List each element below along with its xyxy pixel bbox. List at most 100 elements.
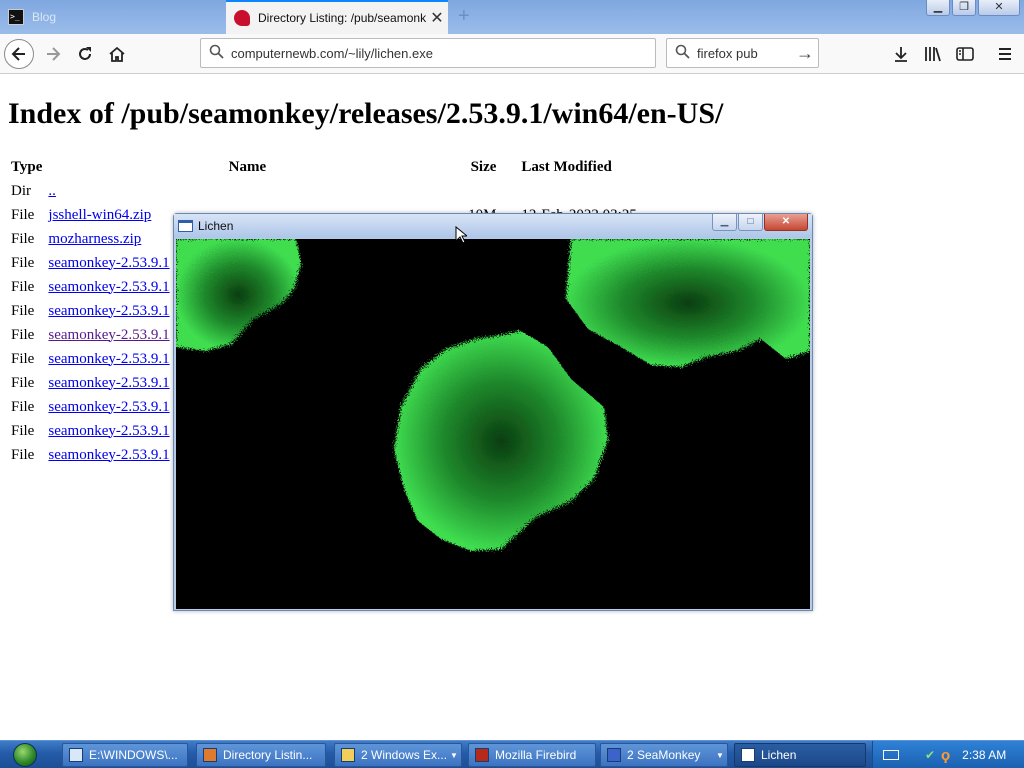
file-link[interactable]: seamonkey-2.53.9.1 xyxy=(48,279,169,295)
row-type: File xyxy=(11,446,35,463)
firefox-icon xyxy=(203,748,217,762)
taskbar-button-label: Directory Listin... xyxy=(223,748,313,762)
download-icon xyxy=(895,47,907,62)
sidebar-icon xyxy=(956,47,974,61)
home-button[interactable] xyxy=(102,39,132,69)
new-tab-button[interactable]: + xyxy=(458,6,476,28)
search-icon xyxy=(201,44,231,63)
forward-arrow-icon xyxy=(47,47,61,61)
page-heading: Index of /pub/seamonkey/releases/2.53.9.… xyxy=(8,97,724,130)
lichen-window-controls: ▁ □ ✕ xyxy=(712,214,808,231)
search-go-arrow-icon[interactable]: → xyxy=(792,43,818,64)
window-icon xyxy=(178,220,193,232)
group-dropdown-icon: ▼ xyxy=(716,750,724,760)
group-dropdown-icon: ▼ xyxy=(450,750,458,760)
taskbar-button-label: Lichen xyxy=(761,748,797,762)
windows-taskbar: E:\WINDOWS\... Directory Listin... 2 Windo… xyxy=(0,740,1024,768)
taskbar-button[interactable]: E:\WINDOWS\... xyxy=(62,743,188,767)
library-icon xyxy=(925,47,941,62)
lichen-window-title: Lichen xyxy=(198,219,234,233)
downloads-button[interactable] xyxy=(886,39,916,69)
row-type: File xyxy=(11,374,35,391)
row-name-cell: .. xyxy=(45,179,449,203)
file-link[interactable]: seamonkey-2.53.9.1 xyxy=(48,447,169,463)
row-type: File xyxy=(11,422,35,439)
file-link[interactable]: mozharness.zip xyxy=(48,231,141,247)
lichen-minimize-button[interactable]: ▁ xyxy=(712,214,737,231)
file-link[interactable]: seamonkey-2.53.9.1 xyxy=(48,303,169,319)
file-link[interactable]: seamonkey-2.53.9.1 xyxy=(48,423,169,439)
tab-strip: >_ Blog Directory Listing: /pub/seamonke… xyxy=(0,0,1024,34)
lichen-colony-top-right xyxy=(566,239,810,367)
tab-label: Blog xyxy=(32,10,57,24)
row-type: File xyxy=(11,254,35,271)
column-header-type: Type xyxy=(11,158,43,175)
taskbar-button[interactable]: Lichen xyxy=(734,743,866,767)
url-text: computernewb.com/~lily/lichen.exe xyxy=(231,45,433,61)
back-button[interactable] xyxy=(4,39,34,69)
back-arrow-icon xyxy=(11,47,25,61)
taskbar-button[interactable]: 2 SeaMonkey ▼ xyxy=(600,743,728,767)
search-icon xyxy=(667,44,697,63)
taskbar-button[interactable]: Mozilla Firebird xyxy=(468,743,596,767)
lichen-close-button[interactable]: ✕ xyxy=(764,214,808,231)
taskbar-button[interactable]: Directory Listin... xyxy=(196,743,326,767)
table-header-row: Type Name Size Last Modified xyxy=(8,155,640,179)
notepad-icon xyxy=(69,748,83,762)
search-bar[interactable]: firefox pub → xyxy=(666,38,819,68)
windows-start-orb-icon xyxy=(13,743,37,767)
navigation-toolbar: computernewb.com/~lily/lichen.exe firefo… xyxy=(0,34,1024,74)
network-icon[interactable]: ✔ xyxy=(925,748,939,762)
lichen-colonies xyxy=(176,239,810,551)
reload-button[interactable] xyxy=(70,39,100,69)
start-button[interactable] xyxy=(6,742,44,768)
file-link[interactable]: jsshell-win64.zip xyxy=(48,207,151,223)
column-header-last-modified: Last Modified xyxy=(521,158,612,175)
menu-button[interactable] xyxy=(990,39,1020,69)
search-tray-icon[interactable]: ϙ xyxy=(941,747,950,764)
file-link[interactable]: seamonkey-2.53.9.1 xyxy=(48,255,169,271)
close-tab-icon[interactable]: ✕ xyxy=(426,8,448,28)
close-window-button[interactable]: ✕ xyxy=(978,0,1020,16)
row-size xyxy=(449,179,499,203)
row-type: File xyxy=(11,326,35,343)
taskbar-button-label: Mozilla Firebird xyxy=(495,748,577,762)
clock[interactable]: 2:38 AM xyxy=(962,748,1006,762)
library-button[interactable] xyxy=(918,39,948,69)
browser-window-controls: ▁ ❐ ✕ xyxy=(926,0,1020,16)
restore-button[interactable]: ❐ xyxy=(952,0,976,16)
file-link[interactable]: seamonkey-2.53.9.1 xyxy=(48,351,169,367)
lichen-colony-top-left xyxy=(176,239,301,351)
seamonkey-icon xyxy=(607,748,621,762)
tab-blog[interactable]: >_ Blog xyxy=(0,0,224,34)
address-bar[interactable]: computernewb.com/~lily/lichen.exe xyxy=(200,38,656,68)
reload-icon xyxy=(79,47,91,60)
folder-icon xyxy=(341,748,355,762)
lichen-simulation-canvas[interactable] xyxy=(176,239,810,609)
taskbar-button-label: E:\WINDOWS\... xyxy=(89,748,178,762)
row-type: File xyxy=(11,206,35,223)
minimize-button[interactable]: ▁ xyxy=(926,0,950,16)
lichen-maximize-button[interactable]: □ xyxy=(738,214,763,231)
firebird-icon xyxy=(475,748,489,762)
file-link[interactable]: seamonkey-2.53.9.1 xyxy=(48,399,169,415)
tab-label: Directory Listing: /pub/seamonkey/releas… xyxy=(258,11,426,25)
file-link[interactable]: .. xyxy=(48,183,56,199)
forward-button[interactable] xyxy=(38,39,68,69)
lichen-window[interactable]: Lichen ▁ □ ✕ xyxy=(173,213,813,611)
tab-directory-listing[interactable]: Directory Listing: /pub/seamonkey/releas… xyxy=(226,0,448,34)
sidebar-button[interactable] xyxy=(950,39,980,69)
column-header-name: Name xyxy=(228,158,267,175)
row-type: File xyxy=(11,278,35,295)
row-type: File xyxy=(11,230,35,247)
taskbar-button[interactable]: 2 Windows Ex... ▼ xyxy=(334,743,462,767)
file-link[interactable]: seamonkey-2.53.9.1 xyxy=(48,375,169,391)
row-type: Dir xyxy=(11,182,31,199)
blog-favicon-icon: >_ xyxy=(8,9,24,25)
table-row: Dir.. xyxy=(8,179,640,203)
lichen-colony-center xyxy=(394,331,608,551)
row-type: File xyxy=(11,350,35,367)
keyboard-icon[interactable] xyxy=(883,750,899,760)
row-type: File xyxy=(11,302,35,319)
file-link[interactable]: seamonkey-2.53.9.1 xyxy=(48,327,169,343)
